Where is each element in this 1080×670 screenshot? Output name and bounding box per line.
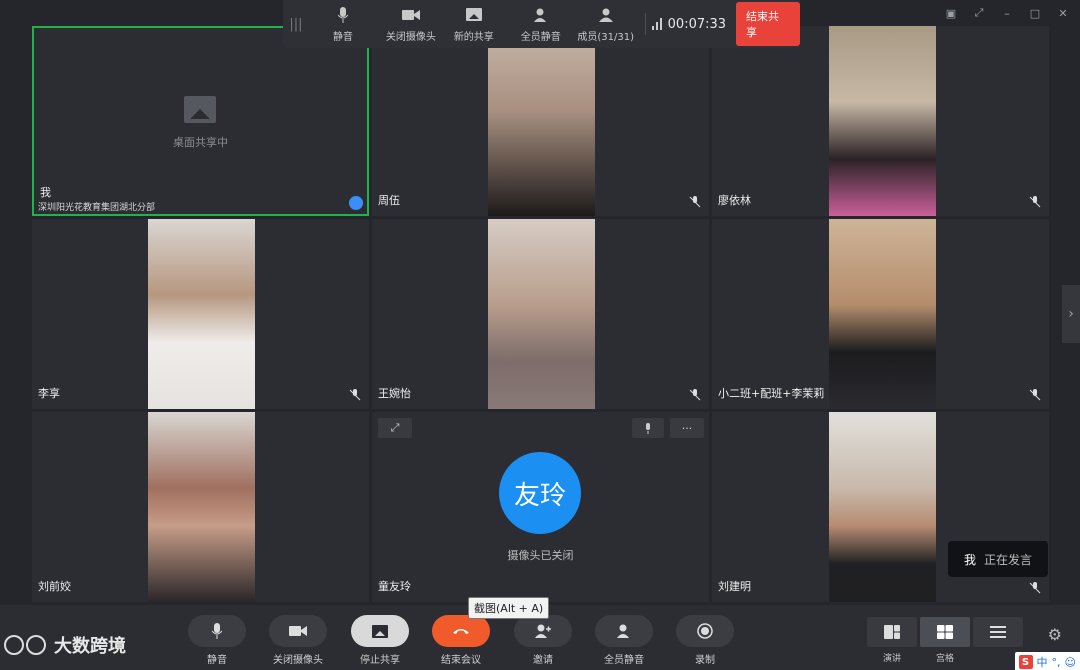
mic-icon[interactable]: [632, 418, 664, 438]
screenshot-tooltip: 截图(Alt + A): [468, 597, 550, 619]
muted-mic-icon: [349, 389, 361, 401]
participant-video: [829, 26, 936, 216]
layout-gallery-button[interactable]: 宫格: [920, 617, 970, 664]
screen-share-icon: [351, 615, 409, 647]
toolbar-camera-button[interactable]: 关闭摄像头: [383, 0, 439, 48]
camera-icon: [401, 6, 420, 24]
list-icon: [973, 617, 1023, 647]
video-tile[interactable]: 廖依林: [712, 26, 1049, 216]
record-button[interactable]: 录制: [670, 615, 740, 666]
toolbar-divider: [644, 13, 646, 35]
participant-name: 刘前姣: [38, 580, 71, 593]
grid-layout-icon: [920, 617, 970, 647]
signal-icon: [651, 18, 662, 30]
microphone-icon: [188, 615, 246, 647]
watermark-logo: 大数跨境: [4, 632, 126, 658]
muted-mic-icon: [689, 389, 701, 401]
video-tile[interactable]: 刘前姣: [32, 412, 369, 602]
close-icon[interactable]: ✕: [1056, 6, 1070, 20]
participant-name: 王婉怡: [378, 387, 411, 400]
video-tile-camera-off[interactable]: ⤢ ··· 友玲 摄像头已关闭 童友玲: [372, 412, 709, 602]
window-controls: ▣ ⤢ – □ ✕: [944, 6, 1070, 20]
layout-list-button[interactable]: [973, 617, 1023, 647]
invite-button[interactable]: 邀请: [508, 615, 578, 666]
expand-icon[interactable]: ⤢: [378, 418, 412, 438]
desktop-sharing-label: 桌面共享中: [173, 136, 228, 149]
participant-video: [488, 219, 595, 409]
emoji-icon[interactable]: ☺: [1065, 656, 1076, 669]
toolbar-new-share-button[interactable]: 新的共享: [439, 0, 509, 48]
settings-gear-icon[interactable]: ⚙: [1048, 625, 1062, 644]
participant-name: 周伍: [378, 194, 400, 207]
avatar: 友玲: [499, 452, 581, 534]
meeting-timer: 00:07:33: [651, 17, 726, 32]
ime-toolbar[interactable]: S 中 °, ☺: [1014, 652, 1080, 670]
logo-icon: [4, 635, 46, 655]
chat-icon[interactable]: [349, 196, 363, 210]
drag-handle-icon[interactable]: |||: [289, 17, 303, 32]
speaker-layout-icon: [867, 617, 917, 647]
participant-name: 李享: [38, 387, 60, 400]
video-tile[interactable]: 王婉怡: [372, 219, 709, 409]
sogou-icon: S: [1018, 655, 1033, 669]
fullscreen-icon[interactable]: ⤢: [972, 6, 986, 20]
mute-all-icon: [595, 615, 653, 647]
participant-name: 刘建明: [718, 580, 751, 593]
hang-up-icon: [432, 615, 490, 647]
screen-share-icon: [184, 96, 216, 127]
more-icon[interactable]: ···: [670, 418, 704, 438]
muted-mic-icon: [1029, 582, 1041, 594]
record-icon: [676, 615, 734, 647]
toolbar-mute-all-button[interactable]: 全员静音: [509, 0, 573, 48]
muted-mic-icon: [689, 196, 701, 208]
end-meeting-button[interactable]: 结束会议: [426, 615, 496, 666]
mute-button[interactable]: 静音: [182, 615, 252, 666]
members-icon: [598, 6, 613, 24]
video-tile[interactable]: 李享: [32, 219, 369, 409]
next-page-arrow-icon[interactable]: ›: [1062, 285, 1080, 343]
toolbar-members-button[interactable]: 成员(31/31): [573, 0, 639, 48]
participant-video: [829, 219, 936, 409]
mute-all-icon: [533, 6, 549, 24]
participant-name: 我: [40, 186, 51, 199]
muted-mic-icon: [1029, 389, 1041, 401]
share-toolbar: ||| 静音 关闭摄像头 新的共享 全员静音 成员(31/31) 00:07:3…: [283, 0, 800, 48]
camera-off-label: 摄像头已关闭: [507, 549, 574, 562]
speaking-indicator: 我 正在发言: [948, 541, 1048, 577]
mute-all-button[interactable]: 全员静音: [589, 615, 659, 666]
video-tile[interactable]: 小二班+配班+李茉莉: [712, 219, 1049, 409]
toolbar-mute-button[interactable]: 静音: [303, 0, 383, 48]
participant-video: [148, 219, 255, 409]
participant-video: [829, 412, 936, 602]
add-user-icon: [514, 615, 572, 647]
video-tile-self[interactable]: 桌面共享中 我 深圳阳光花教育集团湖北分部: [32, 26, 369, 216]
participant-name: 小二班+配班+李茉莉: [718, 387, 825, 400]
video-tile[interactable]: 周伍: [372, 26, 709, 216]
microphone-icon: [337, 6, 348, 24]
screen-share-icon: [465, 6, 482, 24]
minimize-icon[interactable]: –: [1000, 6, 1014, 20]
end-share-button[interactable]: 结束共享: [736, 2, 800, 46]
participant-video: [488, 26, 595, 216]
maximize-icon[interactable]: □: [1028, 6, 1042, 20]
participant-org: 深圳阳光花教育集团湖北分部: [38, 203, 156, 213]
camera-icon: [269, 615, 327, 647]
participant-name: 廖依林: [718, 194, 751, 207]
camera-button[interactable]: 关闭摄像头: [263, 615, 333, 666]
muted-mic-icon: [1029, 196, 1041, 208]
participant-video: [148, 412, 255, 602]
pin-icon[interactable]: ▣: [944, 6, 958, 20]
stop-share-button[interactable]: 停止共享: [345, 615, 415, 666]
participant-name: 童友玲: [378, 580, 411, 593]
layout-speaker-button[interactable]: 演讲: [867, 617, 917, 664]
